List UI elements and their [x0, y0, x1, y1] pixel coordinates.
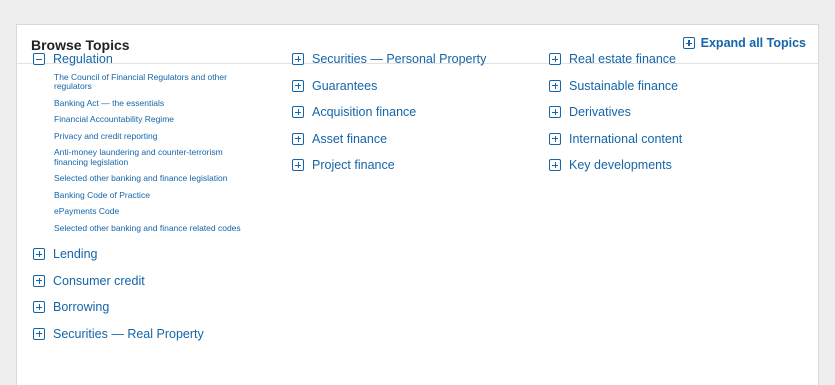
topic-label: Key developments [569, 158, 672, 172]
panel-title: Browse Topics [31, 37, 130, 53]
topic-key-developments[interactable]: Key developments [549, 158, 799, 172]
topic-project-finance[interactable]: Project finance [292, 158, 542, 172]
plus-icon[interactable] [292, 106, 304, 118]
topic-acquisition-finance[interactable]: Acquisition finance [292, 105, 542, 119]
subtopic-link[interactable]: Privacy and credit reporting [54, 131, 254, 142]
plus-icon[interactable] [292, 79, 304, 92]
plus-icon[interactable] [549, 53, 561, 65]
subtopic-link[interactable]: Anti-money laundering and counter-terror… [54, 147, 254, 167]
topic-guarantees[interactable]: Guarantees [292, 79, 542, 93]
subtopic-link[interactable]: The Council of Financial Regulators and … [54, 72, 254, 92]
expand-all-label: Expand all Topics [700, 36, 806, 50]
topics-column-2: Securities — Personal Property Guarantee… [292, 52, 542, 185]
plus-icon[interactable] [292, 53, 304, 65]
topic-lending[interactable]: Lending [33, 247, 283, 261]
subtopic-link[interactable]: Selected other banking and finance relat… [54, 223, 254, 234]
topic-label: International content [569, 131, 683, 146]
topic-label: Regulation [53, 52, 113, 66]
topic-securities-real-property[interactable]: Securities — Real Property [33, 327, 283, 341]
topic-sustainable-finance[interactable]: Sustainable finance [549, 79, 799, 93]
subtopic-link[interactable]: Banking Code of Practice [54, 190, 254, 201]
topic-label: Securities — Real Property [53, 326, 204, 341]
topic-label: Sustainable finance [569, 78, 679, 93]
topic-label: Acquisition finance [312, 105, 417, 119]
topics-column-1: Regulation The Council of Financial Regu… [33, 52, 283, 353]
expand-all-topics-button[interactable]: Expand all Topics [682, 36, 806, 50]
plus-icon[interactable] [549, 106, 561, 118]
topic-label: Guarantees [312, 78, 378, 93]
topic-label: Lending [53, 247, 98, 261]
subtopic-link[interactable]: Banking Act — the essentials [54, 98, 254, 109]
topic-international-content[interactable]: International content [549, 132, 799, 146]
plus-icon[interactable] [33, 274, 45, 287]
subtopic-link[interactable]: Selected other banking and finance legis… [54, 173, 254, 184]
topic-securities-personal-property[interactable]: Securities — Personal Property [292, 52, 542, 66]
topic-label: Consumer credit [53, 273, 145, 288]
topics-column-3: Real estate finance Sustainable finance … [549, 52, 799, 185]
topic-borrowing[interactable]: Borrowing [33, 300, 283, 314]
topic-asset-finance[interactable]: Asset finance [292, 132, 542, 146]
plus-icon[interactable] [292, 132, 304, 145]
regulation-subtopics: The Council of Financial Regulators and … [54, 72, 283, 234]
plus-icon[interactable] [33, 327, 45, 340]
topic-real-estate-finance[interactable]: Real estate finance [549, 52, 799, 66]
topic-label: Asset finance [312, 131, 388, 146]
plus-icon[interactable] [292, 159, 304, 171]
subtopic-link[interactable]: Financial Accountability Regime [54, 114, 254, 125]
topic-label: Real estate finance [569, 52, 677, 66]
subtopic-link[interactable]: ePayments Code [54, 206, 254, 217]
topic-derivatives[interactable]: Derivatives [549, 105, 799, 119]
plus-icon[interactable] [549, 159, 561, 171]
topic-label: Project finance [312, 158, 395, 172]
topic-label: Borrowing [53, 300, 110, 314]
topic-regulation[interactable]: Regulation [33, 52, 283, 66]
topic-label: Derivatives [569, 105, 631, 119]
minus-icon[interactable] [33, 53, 45, 65]
plus-icon[interactable] [33, 301, 45, 313]
topic-consumer-credit[interactable]: Consumer credit [33, 274, 283, 288]
plus-icon [682, 37, 695, 49]
topic-label: Securities — Personal Property [312, 52, 487, 66]
plus-icon[interactable] [33, 248, 45, 260]
plus-icon[interactable] [549, 79, 561, 92]
plus-icon[interactable] [549, 132, 561, 145]
